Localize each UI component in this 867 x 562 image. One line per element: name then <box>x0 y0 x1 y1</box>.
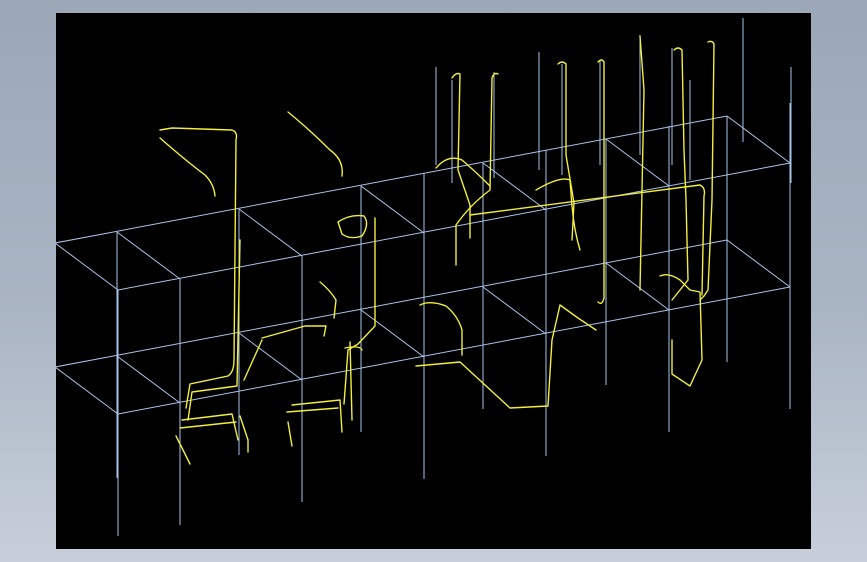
isometric-drawing <box>56 18 792 536</box>
pipe-run-4 <box>261 325 327 339</box>
pipe-run-16 <box>451 72 471 239</box>
frame-joist-upper-6 <box>726 115 791 164</box>
frame-joist-lower-0 <box>56 367 119 415</box>
frame-joist-lower-3 <box>360 309 425 358</box>
frame-joist-upper-2 <box>238 208 303 257</box>
pipe-run-12 <box>419 302 463 356</box>
pipe-run-13 <box>415 304 597 409</box>
pipe-run-1 <box>159 137 216 197</box>
frame-beam-back-1 <box>56 115 728 244</box>
pipe-run-20 <box>597 59 605 305</box>
frame-beam-front-1 <box>117 162 791 291</box>
pipe-run-22 <box>671 47 689 301</box>
pipe-run-25 <box>239 415 249 453</box>
frame-joist-lower-5 <box>605 262 670 311</box>
pipe-run-5 <box>243 339 263 381</box>
frame-joist-upper-5 <box>605 138 670 187</box>
pipe-run-11 <box>175 413 239 465</box>
frame-joist-lower-1 <box>116 355 181 404</box>
frame-joist-upper-1 <box>116 231 181 280</box>
frame-joist-lower-6 <box>726 239 791 288</box>
pipe-run-24 <box>659 273 703 387</box>
pipe-run-19 <box>557 61 575 241</box>
frame-beam-back-0 <box>56 239 728 368</box>
frame-joist-lower-4 <box>482 286 547 335</box>
frame-beam-front-0 <box>117 286 791 415</box>
frame-joist-upper-3 <box>360 185 425 234</box>
frame-joist-lower-2 <box>238 332 303 381</box>
pipe-run-6 <box>319 281 337 319</box>
cad-viewport[interactable] <box>56 13 811 549</box>
pipe-run-7 <box>337 214 368 239</box>
frame-joist-upper-4 <box>482 162 547 211</box>
frame-joist-upper-0 <box>56 243 119 291</box>
pipe-run-10 <box>286 399 343 447</box>
piping-routes <box>159 35 715 465</box>
steel-frame <box>56 18 792 536</box>
pipe-run-2 <box>287 111 343 177</box>
pipe-run-21 <box>639 35 645 291</box>
pipe-run-3 <box>187 239 241 421</box>
